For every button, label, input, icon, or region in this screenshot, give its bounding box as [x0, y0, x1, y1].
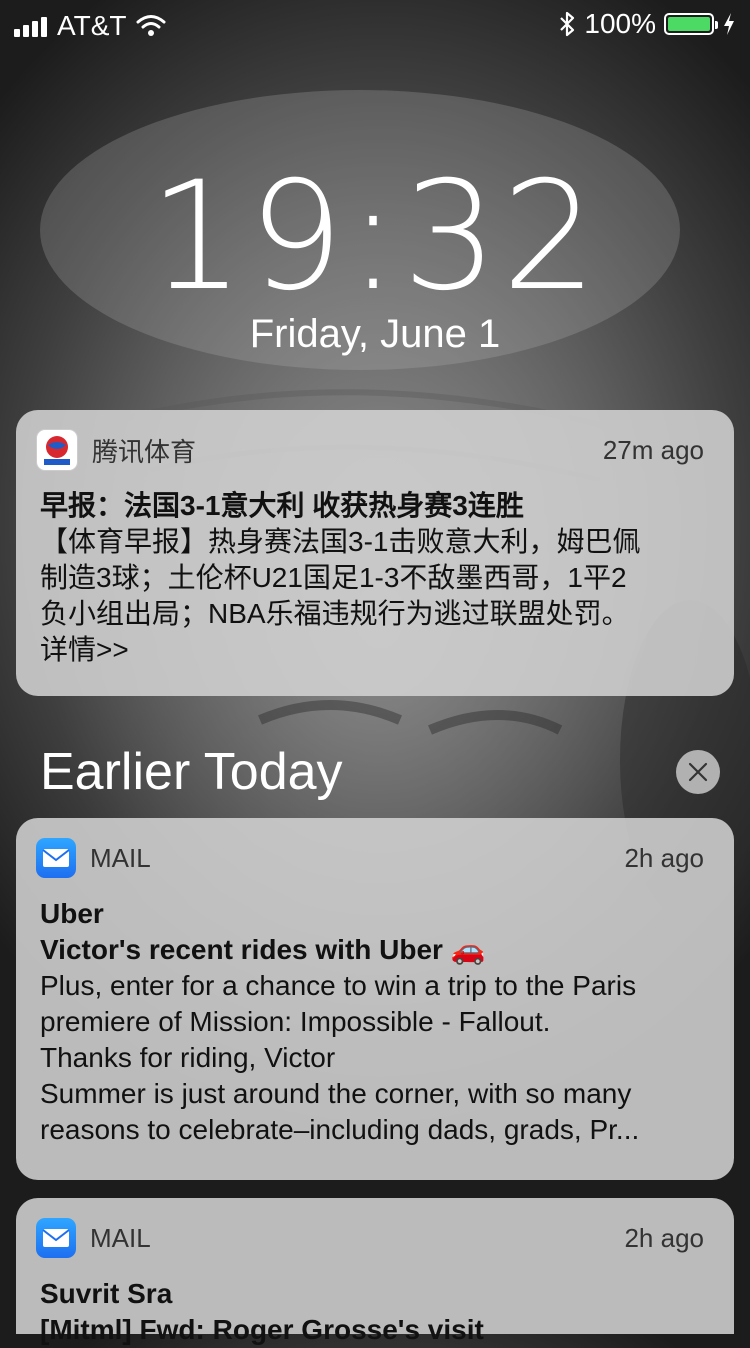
notification-card-mail[interactable]: MAIL 2h ago Uber Victor's recent rides w…: [16, 818, 734, 1180]
status-bar: AT&T 100%: [0, 0, 750, 48]
mail-preview-line: Summer is just around the corner, with s…: [40, 1078, 632, 1109]
lock-time: 19:32: [148, 150, 602, 324]
notification-line: 制造3球；土伦杯U21国足1-3不敌墨西哥，1平2: [40, 562, 627, 593]
tencent-sports-app-icon: [36, 429, 78, 471]
mail-app-icon: [36, 1218, 76, 1258]
battery-percent: 100%: [584, 8, 656, 39]
bluetooth-icon: [560, 11, 575, 37]
notification-line: 负小组出局；NBA乐福违规行为逃过联盟处罚。: [40, 598, 630, 629]
signal-icon: [14, 15, 47, 37]
earlier-today-heading: Earlier Today: [40, 743, 343, 801]
clear-notifications-button[interactable]: [676, 750, 720, 794]
close-icon: [688, 762, 708, 782]
lock-date: Friday, June 1: [249, 312, 501, 356]
mail-preview-line: premiere of Mission: Impossible - Fallou…: [40, 1006, 551, 1037]
mail-preview-line: reasons to celebrate–including dads, gra…: [40, 1114, 640, 1145]
envelope-icon: [42, 1229, 70, 1247]
mail-preview-line: Thanks for riding, Victor: [40, 1042, 336, 1073]
notification-time: 27m ago: [602, 434, 704, 465]
carrier-label: AT&T: [57, 10, 127, 41]
battery-icon: [664, 13, 718, 35]
notification-time: 2h ago: [624, 1222, 704, 1253]
mail-sender: Uber: [40, 898, 104, 929]
notification-card-mail[interactable]: MAIL 2h ago Suvrit Sra [Mitml] Fwd: Roge…: [16, 1198, 734, 1345]
mail-subject: [Mitml] Fwd: Roger Grosse's visit: [40, 1314, 484, 1345]
notification-time: 2h ago: [624, 842, 704, 873]
envelope-icon: [42, 849, 70, 867]
mail-sender: Suvrit Sra: [40, 1278, 173, 1309]
app-name: MAIL: [90, 842, 151, 873]
mail-subject: Victor's recent rides with Uber 🚗: [40, 934, 486, 965]
mail-preview-line: Plus, enter for a chance to win a trip t…: [40, 970, 637, 1001]
notification-title: 早报：法国3-1意大利 收获热身赛3连胜: [40, 490, 524, 521]
charging-icon: [724, 13, 734, 35]
app-name: MAIL: [90, 1222, 151, 1253]
mail-app-icon: [36, 838, 76, 878]
app-name: 腾讯体育: [92, 436, 197, 467]
notification-line: 【体育早报】热身赛法国3-1击败意大利，姆巴佩: [40, 526, 641, 557]
wifi-icon: [136, 15, 166, 36]
notification-line: 详情>>: [40, 634, 129, 665]
notification-card-tencent[interactable]: 腾讯体育 27m ago 早报：法国3-1意大利 收获热身赛3连胜 【体育早报】…: [16, 410, 734, 696]
